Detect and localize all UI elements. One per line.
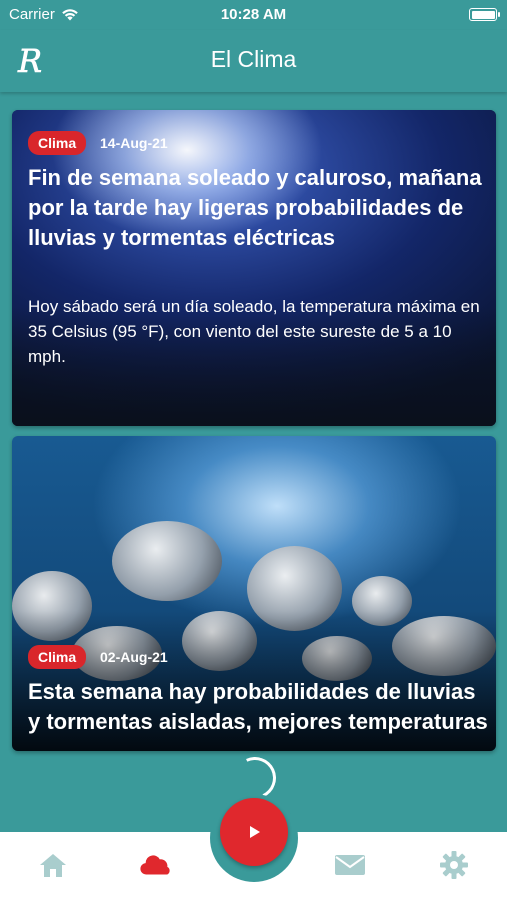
tab-home[interactable] [36,848,70,882]
clock: 10:28 AM [220,6,287,23]
article-title[interactable]: Esta semana hay probabilidades de lluvia… [28,677,488,737]
battery-icon [469,8,500,21]
play-button[interactable] [220,798,288,866]
tab-messages[interactable] [333,848,367,882]
status-bar: Carrier 10:28 AM [0,0,507,30]
article-card[interactable]: Clima 14-Aug-21 Fin de semana soleado y … [12,110,496,426]
play-icon [250,826,260,838]
article-title[interactable]: Fin de semana soleado y caluroso, mañana… [28,163,488,253]
category-badge[interactable]: Clima [28,645,87,669]
home-icon [40,854,66,877]
article-date: 14-Aug-21 [100,135,168,151]
mail-icon [335,855,365,875]
category-badge[interactable]: Clima [28,131,87,155]
article-card[interactable]: Clima 02-Aug-21 Esta semana hay probabil… [12,436,496,751]
gear-icon [440,851,468,879]
page-title: El Clima [210,46,297,72]
cloud-icon [140,855,170,875]
article-date: 02-Aug-21 [100,649,168,665]
article-summary: Hoy sábado será un día soleado, la tempe… [28,297,480,366]
navigation-bar: R El Clima [0,30,507,92]
tab-settings[interactable] [437,848,471,882]
tab-weather[interactable] [139,848,173,882]
